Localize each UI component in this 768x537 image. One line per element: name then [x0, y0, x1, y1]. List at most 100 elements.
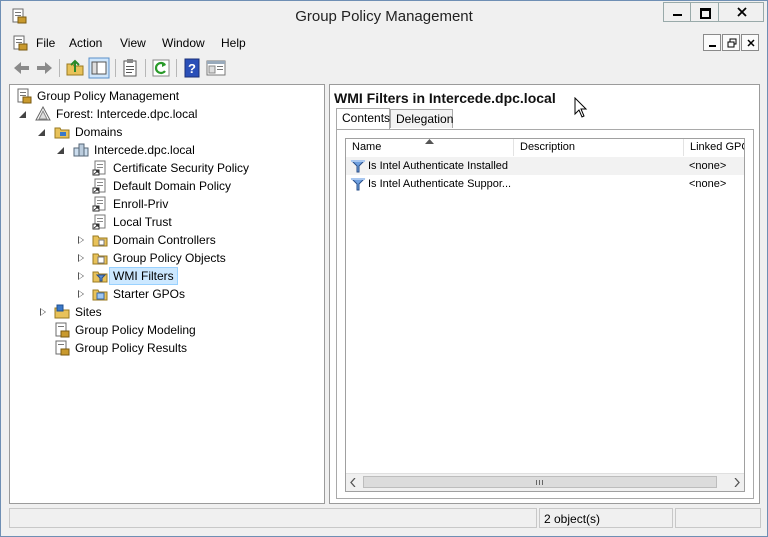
tree-label: Sites	[75, 305, 102, 319]
tree-label: Domain Controllers	[113, 233, 216, 247]
tab-delegation[interactable]: Delegation	[390, 109, 453, 128]
sites-icon	[54, 304, 70, 319]
status-bar: 2 object(s)	[9, 508, 761, 530]
tree-label: Intercede.dpc.local	[94, 143, 195, 157]
details-pane: WMI Filters in Intercede.dpc.local Conte…	[329, 84, 760, 504]
show-hide-tree-icon[interactable]	[88, 57, 110, 79]
tree-label: Group Policy Objects	[113, 251, 226, 265]
toolbar-separator	[115, 59, 116, 77]
tree-label: Group Policy Results	[75, 341, 188, 355]
toolbar: ?	[9, 55, 761, 81]
tree-label: Starter GPOs	[113, 287, 186, 301]
maximize-button[interactable]	[690, 2, 719, 22]
maximize-icon	[700, 8, 711, 19]
close-icon	[747, 39, 755, 47]
menu-file[interactable]: File	[36, 36, 55, 50]
title-bar: Group Policy Management	[1, 1, 767, 31]
gp-results-icon	[55, 340, 70, 356]
list-item[interactable]: Is Intel Authenticate Suppor... <none>	[346, 175, 744, 193]
contents-panel: Name Description Linked GPO Is Intel Aut…	[336, 129, 754, 499]
main-window: Group Policy Management File Action View…	[0, 0, 768, 537]
row-linked-gpo: <none>	[689, 160, 727, 172]
status-cell-empty	[675, 508, 761, 528]
wmi-filter-list[interactable]: Name Description Linked GPO Is Intel Aut…	[345, 138, 745, 492]
list-item[interactable]: Is Intel Authenticate Installed <none>	[346, 157, 744, 175]
menu-window[interactable]: Window	[162, 36, 205, 50]
toolbar-separator	[59, 59, 60, 77]
expanded-arrow-icon[interactable]	[57, 147, 64, 154]
domains-folder-icon	[54, 127, 70, 139]
tree-label: WMI Filters	[109, 267, 178, 285]
up-folder-icon[interactable]	[64, 57, 86, 79]
mdi-window-buttons	[703, 34, 760, 51]
minimize-icon	[709, 45, 716, 47]
close-button[interactable]	[718, 2, 764, 22]
ou-folder-icon	[92, 235, 108, 247]
tree-label: Group Policy Management	[37, 89, 180, 103]
forest-icon	[35, 106, 51, 121]
status-count: 2 object(s)	[539, 508, 673, 528]
collapsed-arrow-icon[interactable]	[78, 290, 84, 298]
gpo-link-icon	[92, 160, 106, 176]
sort-ascending-icon	[425, 139, 434, 144]
domain-icon	[73, 143, 89, 157]
row-name: Is Intel Authenticate Installed	[368, 160, 509, 172]
tree-label: Certificate Security Policy	[113, 161, 250, 175]
tree-label: Local Trust	[113, 215, 172, 229]
starter-gpo-folder-icon	[92, 289, 108, 301]
help-icon[interactable]: ?	[181, 57, 203, 79]
minimize-icon	[673, 14, 682, 16]
collapsed-arrow-icon[interactable]	[40, 308, 46, 316]
tree-label: Default Domain Policy	[113, 179, 232, 193]
expanded-arrow-icon[interactable]	[38, 129, 45, 136]
scroll-right-icon[interactable]	[734, 478, 740, 487]
tree-label: Enroll-Priv	[113, 197, 169, 211]
tab-contents[interactable]: Contents	[336, 108, 390, 129]
collapsed-arrow-icon[interactable]	[78, 272, 84, 280]
horizontal-scrollbar[interactable]	[346, 473, 744, 491]
minimize-button[interactable]	[663, 2, 691, 22]
wmi-filter-icon	[350, 178, 366, 191]
properties-icon[interactable]	[119, 57, 141, 79]
menu-action[interactable]: Action	[69, 36, 102, 50]
close-icon	[737, 7, 747, 17]
mdi-close-button[interactable]	[741, 34, 759, 51]
console-icon[interactable]	[205, 57, 227, 79]
details-title: WMI Filters in Intercede.dpc.local	[334, 90, 556, 106]
scroll-thumb[interactable]	[363, 476, 717, 488]
gp-modeling-icon	[55, 322, 70, 338]
scroll-left-icon[interactable]	[350, 478, 356, 487]
gpo-link-icon	[92, 214, 106, 230]
gpmc-icon	[17, 88, 32, 104]
gpo-link-icon	[92, 178, 106, 194]
back-arrow-icon[interactable]	[11, 57, 33, 79]
tree-label: Domains	[75, 125, 123, 139]
wmi-folder-icon	[92, 271, 108, 283]
expanded-arrow-icon[interactable]	[19, 111, 26, 118]
status-cell-empty	[9, 508, 537, 528]
collapsed-arrow-icon[interactable]	[78, 236, 84, 244]
toolbar-separator	[145, 59, 146, 77]
mouse-cursor-icon	[574, 97, 588, 118]
column-header-name[interactable]: Name	[346, 139, 514, 156]
column-header-description[interactable]: Description	[514, 139, 684, 156]
svg-text:?: ?	[188, 61, 196, 76]
row-linked-gpo: <none>	[689, 178, 727, 190]
refresh-icon[interactable]	[150, 57, 172, 79]
forward-arrow-icon[interactable]	[33, 57, 55, 79]
window-title: Group Policy Management	[295, 8, 473, 25]
mdi-minimize-button[interactable]	[703, 34, 721, 51]
gpo-link-icon	[92, 196, 106, 212]
menu-bar: File Action View Window Help	[9, 33, 761, 53]
row-name: Is Intel Authenticate Suppor...	[368, 178, 512, 190]
collapsed-arrow-icon[interactable]	[78, 254, 84, 262]
menu-help[interactable]: Help	[221, 36, 246, 50]
wmi-filter-icon	[350, 160, 366, 173]
console-menu-icon[interactable]	[12, 35, 28, 51]
mdi-restore-button[interactable]	[722, 34, 740, 51]
tree-label: Forest: Intercede.dpc.local	[56, 107, 198, 121]
console-tree[interactable]: Group Policy Management Forest: Interced…	[9, 84, 325, 504]
column-header-linked-gpo[interactable]: Linked GPO	[684, 139, 744, 156]
menu-view[interactable]: View	[120, 36, 146, 50]
toolbar-separator	[176, 59, 177, 77]
